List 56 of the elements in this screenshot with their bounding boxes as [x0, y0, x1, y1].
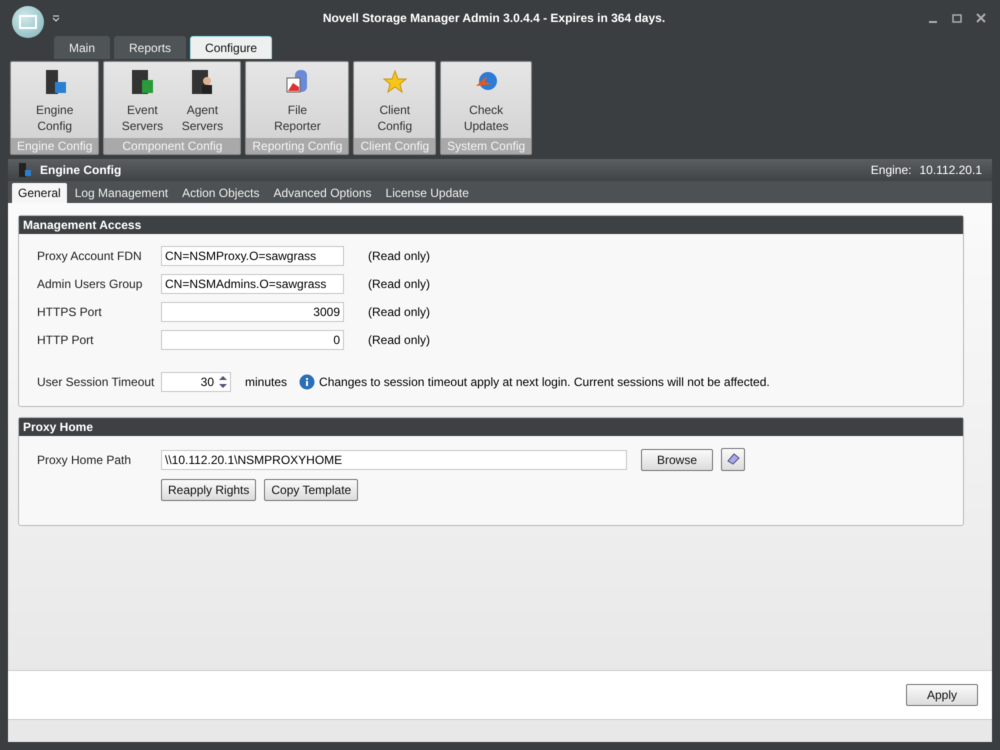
ribbon-tab[interactable]: Reports — [114, 36, 186, 59]
sub-tab[interactable]: License Update — [380, 183, 475, 203]
browse-button[interactable]: Browse — [641, 448, 713, 470]
spin-field[interactable]: 30 — [161, 372, 231, 392]
info-text: Changes to session timeout apply at next login. Current sessions will not be affected. — [319, 375, 770, 389]
read-only-note: (Read only) — [368, 305, 430, 319]
field-label: HTTP Port — [37, 333, 94, 347]
ribbon-group-label: Engine Config — [11, 138, 98, 154]
field-label: HTTPS Port — [37, 305, 103, 319]
ribbon-group-label: Client Config — [354, 138, 436, 154]
input-field[interactable]: \\10.112.20.1\NSMPROXYHOME — [161, 450, 627, 470]
read-only-note: (Read only) — [368, 249, 430, 263]
sub-tab[interactable]: Log Management — [68, 183, 174, 203]
ribbon-button[interactable]: Agent Servers — [174, 68, 230, 138]
engine-address: 10.112.20.1 — [919, 163, 982, 177]
panel-title: Proxy Home — [19, 418, 963, 436]
info-icon — [299, 374, 316, 390]
maximize-icon[interactable] — [952, 13, 962, 23]
ribbon-button[interactable]: Event Servers — [114, 68, 170, 138]
field-label: Admin Users Group — [37, 277, 144, 291]
star-icon — [382, 68, 408, 96]
sub-tab[interactable]: Advanced Options — [267, 183, 378, 203]
engine-label: Engine: — [870, 163, 912, 177]
quick-access-caret-icon[interactable] — [52, 14, 60, 22]
sub-tab[interactable]: General — [12, 183, 67, 203]
panel-title: Management Access — [19, 216, 963, 234]
input-field[interactable]: 3009 — [161, 302, 344, 322]
sub-tab[interactable]: Action Objects — [176, 183, 266, 203]
ribbon-group-label: Component Config — [104, 138, 240, 154]
field-label: User Session Timeout — [37, 375, 156, 389]
ribbon-button[interactable]: Client Config — [366, 68, 423, 138]
input-field[interactable]: 0 — [161, 330, 344, 350]
input-field[interactable]: CN=NSMAdmins.O=sawgrass — [161, 274, 344, 294]
action-button[interactable]: Reapply Rights — [161, 479, 256, 501]
ribbon-tab[interactable]: Configure — [190, 36, 272, 59]
section-title: Engine Config — [40, 163, 122, 177]
ribbon-button[interactable]: Engine Config — [26, 68, 83, 138]
read-only-note: (Read only) — [368, 277, 430, 291]
unit-label: minutes — [245, 375, 288, 389]
read-only-note: (Read only) — [368, 333, 430, 347]
ribbon-button[interactable]: Check Updates — [458, 68, 514, 138]
field-label: Proxy Home Path — [37, 452, 132, 466]
eraser-button[interactable] — [721, 448, 745, 471]
ribbon-tab[interactable]: Main — [54, 36, 110, 59]
app-menu-button[interactable] — [12, 6, 44, 38]
action-button[interactable]: Copy Template — [264, 479, 358, 501]
eraser-icon — [726, 451, 740, 465]
input-field[interactable]: CN=NSMProxy.O=sawgrass — [161, 246, 344, 266]
field-label: Proxy Account FDN — [37, 249, 143, 263]
close-icon[interactable] — [976, 13, 986, 23]
ribbon-group-label: System Config — [441, 138, 532, 154]
apply-button[interactable]: Apply — [906, 684, 978, 706]
ribbon-button[interactable]: File Reporter — [269, 68, 326, 138]
window-title: Novell Storage Manager Admin 3.0.4.4 - Expires in 364 days. — [322, 11, 666, 25]
number-field[interactable]: 30 — [162, 375, 216, 389]
ribbon-group-label: Reporting Config — [246, 138, 348, 154]
